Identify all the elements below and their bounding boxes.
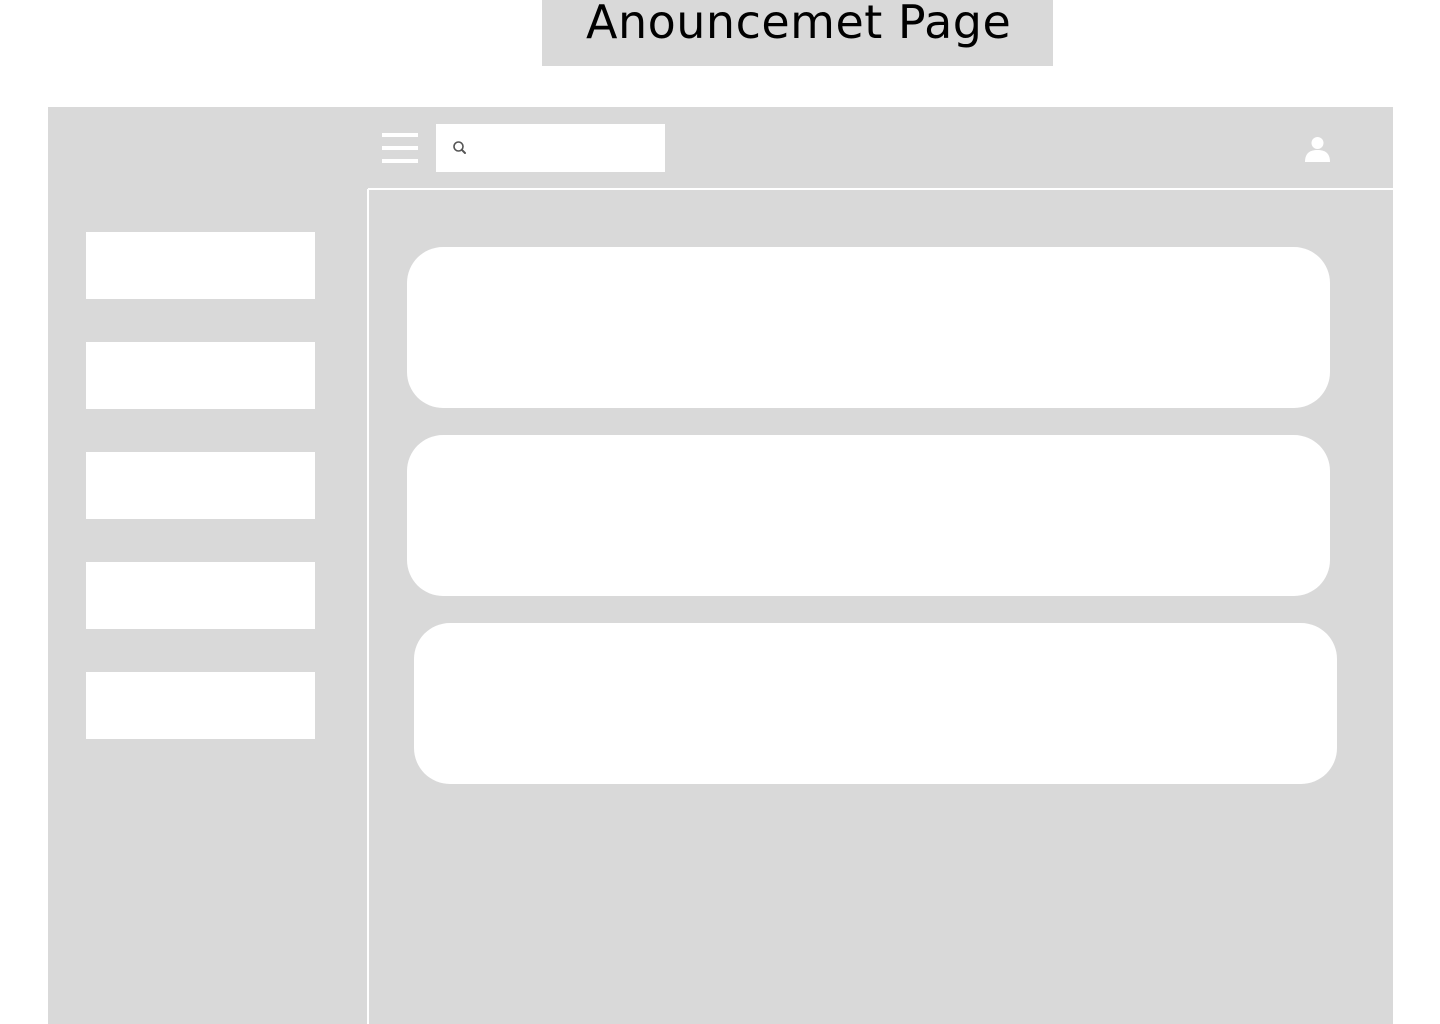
- page-title: Anouncemet Page: [586, 0, 1012, 49]
- user-profile-icon[interactable]: [1304, 135, 1331, 162]
- announcement-card[interactable]: [407, 435, 1330, 596]
- sidebar-item-5[interactable]: [86, 672, 315, 739]
- announcement-card[interactable]: [407, 247, 1330, 408]
- app-frame: [48, 107, 1393, 1024]
- hamburger-line: [382, 159, 418, 163]
- sidebar-divider: [367, 189, 369, 1024]
- header-divider: [368, 188, 1393, 190]
- sidebar-item-4[interactable]: [86, 562, 315, 629]
- search-box[interactable]: [436, 124, 665, 172]
- hamburger-menu-icon[interactable]: [382, 132, 418, 164]
- announcement-card[interactable]: [414, 623, 1337, 784]
- sidebar-item-2[interactable]: [86, 342, 315, 409]
- hamburger-line: [382, 133, 418, 137]
- search-icon: [453, 141, 466, 154]
- sidebar-item-3[interactable]: [86, 452, 315, 519]
- hamburger-line: [382, 146, 418, 150]
- sidebar-item-1[interactable]: [86, 232, 315, 299]
- search-input[interactable]: [476, 132, 656, 164]
- page-title-banner: Anouncemet Page: [542, 0, 1053, 66]
